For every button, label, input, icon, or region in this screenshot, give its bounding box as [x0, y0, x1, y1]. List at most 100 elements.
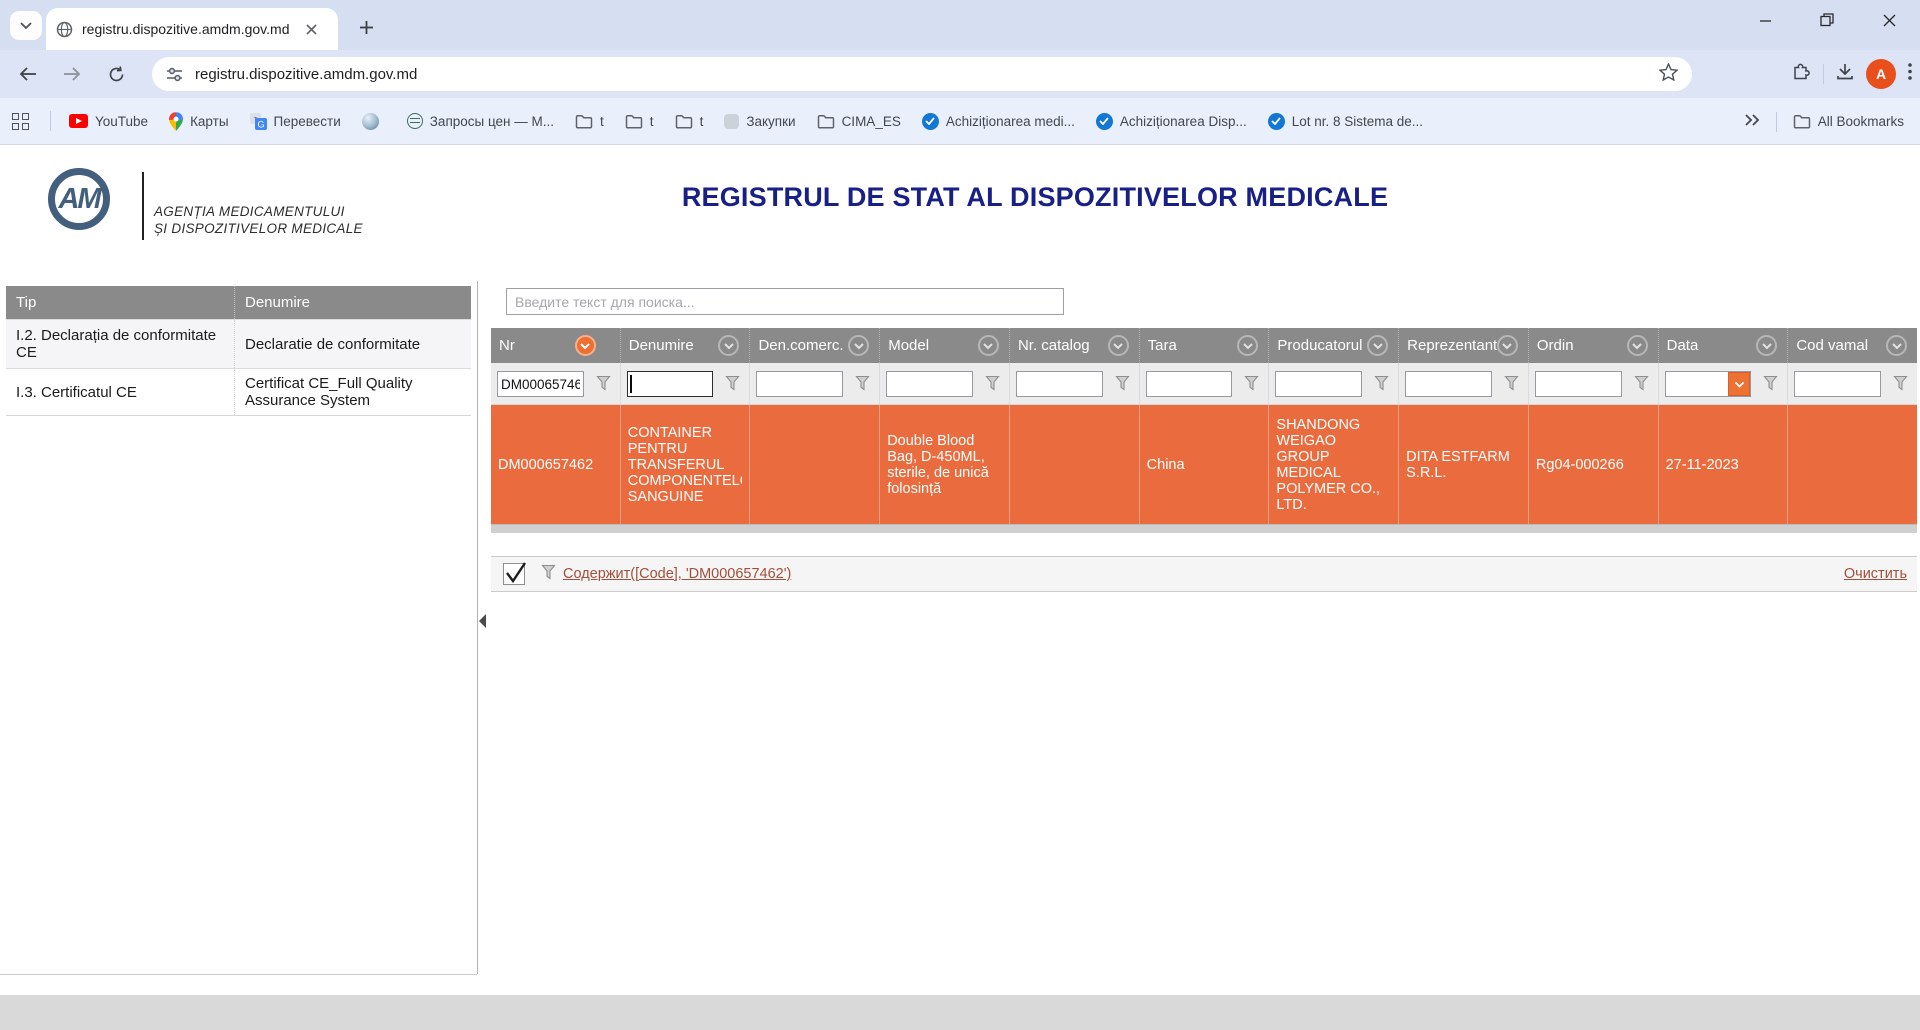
bookmark-zaprosy-tsen[interactable]: Запросы цен — М...: [407, 113, 554, 129]
tab-strip: registru.dispozitive.amdm.gov.md: [0, 0, 1920, 50]
cell-den-comerc: [749, 405, 879, 524]
search-input[interactable]: [506, 288, 1064, 315]
chevron-down-icon[interactable]: [1497, 335, 1518, 356]
filter-input-cod-vamal[interactable]: [1794, 371, 1881, 397]
reload-button[interactable]: [99, 57, 133, 91]
chevron-down-icon[interactable]: [978, 335, 999, 356]
column-header-denumire[interactable]: Denumire: [620, 328, 750, 363]
filter-funnel-icon[interactable]: [725, 375, 740, 396]
chevron-down-icon[interactable]: [718, 335, 739, 356]
column-header-data[interactable]: Data: [1658, 328, 1788, 363]
filter-funnel-icon[interactable]: [1893, 375, 1908, 396]
bookmark-folder-t2[interactable]: t: [625, 114, 654, 129]
chevron-down-icon: [19, 21, 33, 30]
bookmark-star-button[interactable]: [1659, 63, 1678, 86]
filter-input-tara[interactable]: [1146, 371, 1233, 397]
column-header-nr-catalog[interactable]: Nr. catalog: [1009, 328, 1139, 363]
bookmarks-overflow-button[interactable]: [1744, 113, 1760, 131]
bookmarks-bar: YouTube Карты т G Перевести Запросы ц: [0, 98, 1920, 145]
translate-icon: т G: [250, 113, 267, 130]
collapse-panel-handle[interactable]: [479, 614, 486, 628]
maximize-button[interactable]: [1796, 0, 1858, 40]
chevron-down-icon[interactable]: [1237, 335, 1258, 356]
chevron-down-icon[interactable]: [1756, 335, 1777, 356]
filter-input-den-comerc[interactable]: [756, 371, 843, 397]
filter-cell-denumire: [620, 363, 750, 404]
bookmark-maps[interactable]: Карты: [169, 112, 228, 131]
puzzle-icon: [1792, 62, 1811, 81]
sort-chevron-icon[interactable]: [575, 335, 596, 356]
column-header-producatorul[interactable]: Producatorul: [1268, 328, 1398, 363]
cell-producatorul: SHANDONG WEIGAO GROUP MEDICAL POLYMER CO…: [1268, 405, 1398, 524]
browser-tab[interactable]: registru.dispozitive.amdm.gov.md: [46, 8, 338, 50]
column-header-denumire[interactable]: Denumire: [235, 286, 471, 319]
grid-data-row-selected[interactable]: DM000657462 CONTAINER PENTRU TRANSFERUL …: [491, 405, 1917, 524]
filter-funnel-icon[interactable]: [1504, 375, 1519, 396]
filter-funnel-icon[interactable]: [985, 375, 1000, 396]
new-tab-button[interactable]: [352, 13, 380, 41]
filter-funnel-icon[interactable]: [1634, 375, 1649, 396]
tab-search-button[interactable]: [10, 11, 42, 40]
column-header-nr[interactable]: Nr: [491, 328, 620, 363]
table-row[interactable]: I.2. Declarația de conformitate CE Decla…: [6, 319, 471, 368]
plus-icon: [359, 20, 374, 35]
filter-input-ordin[interactable]: [1535, 371, 1622, 397]
page-title: REGISTRUL DE STAT AL DISPOZITIVELOR MEDI…: [560, 182, 1510, 213]
url-text[interactable]: registru.dispozitive.amdm.gov.md: [195, 66, 417, 83]
filter-funnel-icon[interactable]: [1763, 375, 1778, 396]
chevron-down-icon[interactable]: [848, 335, 869, 356]
table-row[interactable]: I.3. Certificatul CE Certificat CE_Full …: [6, 368, 471, 415]
filter-input-nr-catalog[interactable]: [1016, 371, 1103, 397]
filter-input-denumire[interactable]: [627, 371, 714, 397]
date-dropdown-button[interactable]: [1728, 372, 1750, 396]
download-icon: [1836, 63, 1854, 80]
bookmark-translate[interactable]: т G Перевести: [250, 113, 341, 130]
profile-avatar[interactable]: A: [1866, 59, 1896, 89]
bookmark-sphere[interactable]: [362, 113, 386, 130]
column-header-model[interactable]: Model: [879, 328, 1009, 363]
browser-menu-button[interactable]: [1908, 63, 1912, 85]
panel-splitter[interactable]: [477, 281, 478, 974]
filter-expression-link[interactable]: Содержит([Code], 'DM000657462'): [563, 566, 791, 582]
downloads-button[interactable]: [1836, 63, 1854, 85]
column-header-tara[interactable]: Tara: [1139, 328, 1269, 363]
column-header-den-comerc[interactable]: Den.comerc.: [749, 328, 879, 363]
extensions-button[interactable]: [1792, 62, 1811, 86]
clear-filter-link[interactable]: Очистить: [1844, 566, 1907, 582]
chevron-down-icon[interactable]: [1367, 335, 1388, 356]
chevron-down-icon[interactable]: [1886, 335, 1907, 356]
chevron-down-icon[interactable]: [1108, 335, 1129, 356]
filter-funnel-icon[interactable]: [596, 375, 611, 396]
bookmark-youtube[interactable]: YouTube: [69, 114, 148, 129]
bookmark-folder-cima-es[interactable]: CIMA_ES: [817, 114, 901, 129]
filter-input-model[interactable]: [886, 371, 973, 397]
forward-button[interactable]: [55, 57, 89, 91]
bookmark-achizitionarea-disp[interactable]: Achiziționarea Disp...: [1096, 113, 1247, 130]
bookmark-zakupki[interactable]: Закупки: [724, 114, 795, 129]
bookmark-lot-nr-8[interactable]: Lot nr. 8 Sistema de...: [1268, 113, 1423, 130]
filter-input-producatorul[interactable]: [1275, 371, 1362, 397]
chevron-down-icon[interactable]: [1627, 335, 1648, 356]
filter-input-reprezentant[interactable]: [1405, 371, 1492, 397]
filter-enabled-checkbox[interactable]: [503, 563, 525, 585]
filter-funnel-icon[interactable]: [855, 375, 870, 396]
close-window-button[interactable]: [1858, 0, 1920, 40]
filter-funnel-icon[interactable]: [1244, 375, 1259, 396]
apps-shortcut-button[interactable]: [12, 113, 29, 130]
url-bar[interactable]: registru.dispozitive.amdm.gov.md: [152, 57, 1692, 91]
back-button[interactable]: [11, 57, 45, 91]
minimize-button[interactable]: [1734, 0, 1796, 40]
filter-funnel-icon[interactable]: [1115, 375, 1130, 396]
bookmark-folder-t1[interactable]: t: [575, 114, 604, 129]
bookmark-folder-t3[interactable]: t: [675, 114, 704, 129]
column-header-ordin[interactable]: Ordin: [1528, 328, 1658, 363]
column-header-tip[interactable]: Tip: [6, 286, 235, 319]
filter-funnel-icon[interactable]: [1374, 375, 1389, 396]
bookmark-achizitionarea-medi[interactable]: Achiziționarea medi...: [922, 113, 1075, 130]
column-header-reprezentant[interactable]: Reprezentant: [1398, 328, 1528, 363]
toolbar-right-cluster: A: [1792, 57, 1912, 91]
column-header-cod-vamal[interactable]: Cod vamal: [1787, 328, 1917, 363]
tab-close-button[interactable]: [302, 20, 320, 38]
all-bookmarks-button[interactable]: All Bookmarks: [1793, 114, 1904, 129]
filter-input-nr[interactable]: [497, 371, 584, 397]
